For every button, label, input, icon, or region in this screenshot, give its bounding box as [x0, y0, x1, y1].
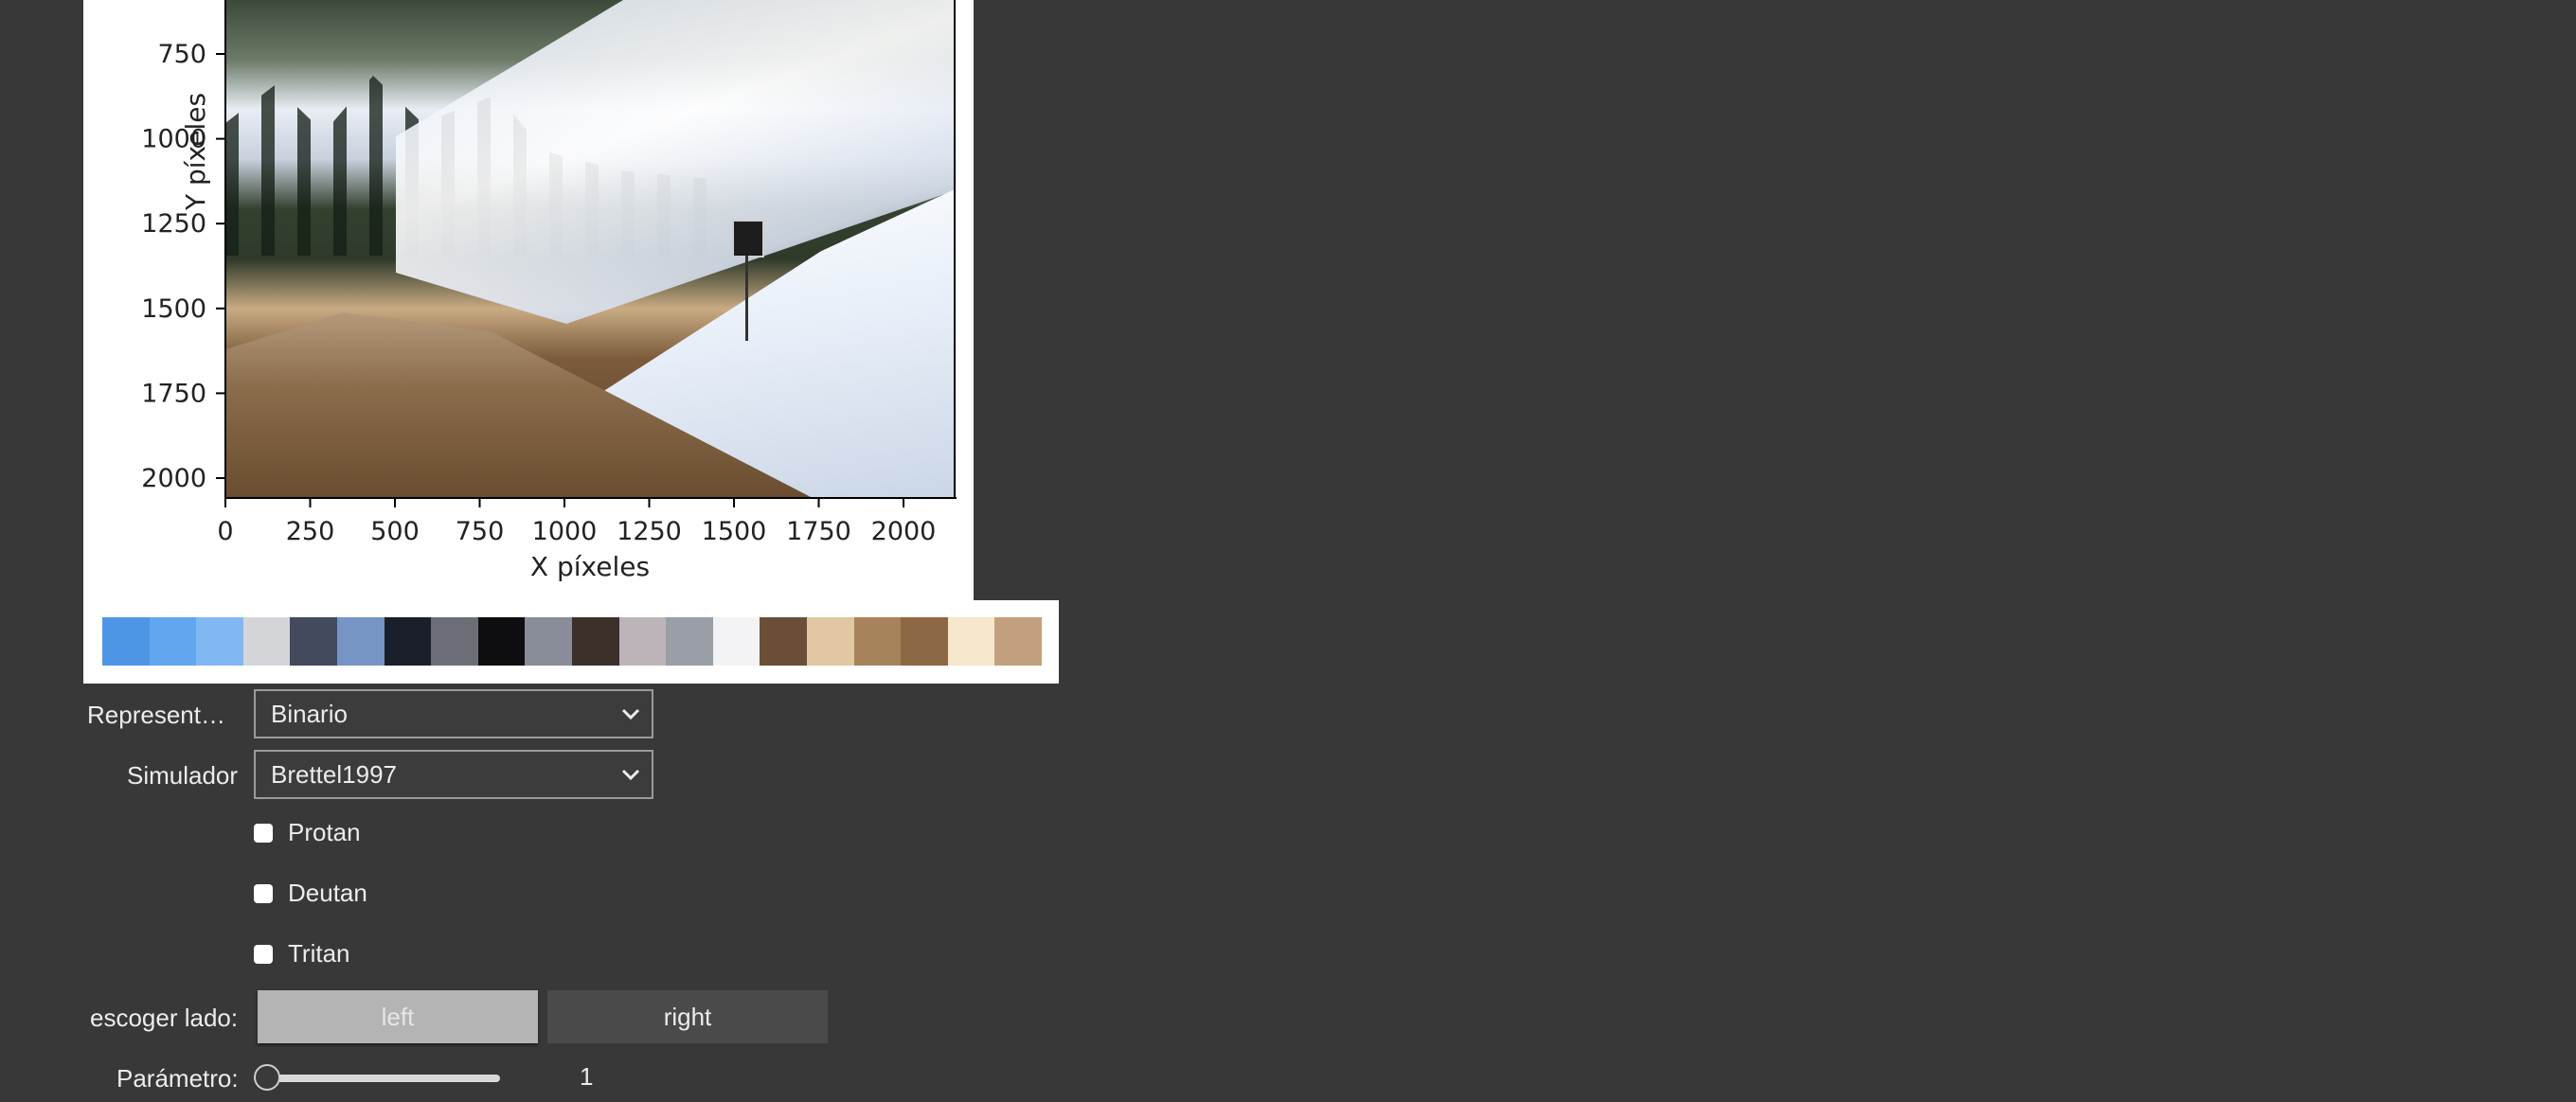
y-tick-label: 1500	[141, 294, 206, 324]
deutan-label: Deutan	[288, 879, 367, 907]
side-label: escoger lado:	[90, 1004, 239, 1032]
palette-swatch	[618, 617, 667, 666]
simulator-dropdown[interactable]: Brettel1997	[254, 750, 653, 799]
palette-swatch	[384, 617, 432, 666]
palette-swatch	[853, 617, 902, 666]
chevron-down-icon	[621, 769, 640, 781]
tritan-checkbox[interactable]: Tritan	[254, 939, 350, 969]
palette-swatch	[477, 617, 526, 666]
palette-swatch	[571, 617, 619, 666]
x-tick-label: 2000	[871, 517, 937, 546]
checkbox-box[interactable]	[254, 823, 273, 843]
palette-swatch	[102, 617, 150, 666]
x-tick-label: 0	[217, 517, 233, 546]
palette-swatch	[149, 617, 197, 666]
palette-swatch	[196, 617, 243, 666]
representation-label: Represent…	[87, 701, 225, 729]
palette-swatch	[290, 617, 337, 666]
protan-label: Protan	[288, 818, 361, 846]
x-tick-label: 750	[456, 517, 505, 546]
y-tick-label: 2000	[141, 464, 206, 493]
chevron-down-icon	[621, 708, 640, 720]
plot-axes: 0 250 500 750 1000 1250 1500 1750 2000 750 1000 12…	[141, 0, 957, 582]
x-tick-label: 500	[370, 517, 420, 546]
palette-swatch	[712, 617, 760, 666]
palette-swatch	[994, 617, 1042, 666]
palette-swatch	[431, 617, 478, 666]
tritan-label: Tritan	[288, 939, 350, 968]
checkbox-box[interactable]	[254, 944, 273, 964]
color-palette	[83, 600, 1059, 684]
palette-swatch	[901, 617, 948, 666]
parameter-slider-handle[interactable]	[254, 1064, 280, 1091]
side-right-button[interactable]: right	[547, 990, 828, 1043]
deutan-checkbox[interactable]: Deutan	[254, 879, 367, 908]
simulator-value: Brettel1997	[271, 760, 397, 789]
y-tick-label: 1250	[141, 209, 206, 239]
x-ticks: 0 250 500 750 1000 1250 1500 1750 2000	[217, 498, 936, 546]
parameter-value: 1	[580, 1062, 594, 1091]
palette-swatch	[760, 617, 807, 666]
protan-checkbox[interactable]: Protan	[254, 818, 361, 847]
representation-value: Binario	[271, 700, 348, 728]
y-tick-label: 750	[157, 40, 206, 69]
y-tick-label: 1750	[141, 379, 206, 408]
palette-swatch	[806, 617, 854, 666]
palette-swatch	[525, 617, 572, 666]
palette-swatch	[947, 617, 995, 666]
representation-dropdown[interactable]: Binario	[254, 689, 653, 738]
x-tick-label: 1000	[532, 517, 598, 546]
palette-swatches	[102, 617, 1042, 666]
palette-swatch	[242, 617, 291, 666]
x-tick-label: 250	[286, 517, 335, 546]
x-tick-label: 1500	[702, 517, 767, 546]
checkbox-box[interactable]	[254, 883, 273, 903]
parameter-slider-track[interactable]	[267, 1075, 500, 1082]
parameter-label: Parámetro:	[116, 1064, 239, 1093]
x-tick-label: 1250	[617, 517, 682, 546]
y-axis-label: Y píxeles	[180, 93, 211, 211]
plot-panel: 0 250 500 750 1000 1250 1500 1750 2000 750 1000 12…	[83, 0, 974, 600]
palette-swatch	[666, 617, 713, 666]
side-left-button[interactable]: left	[258, 990, 538, 1043]
x-tick-label: 1750	[786, 517, 851, 546]
x-axis-label: X píxeles	[530, 551, 650, 582]
simulator-label: Simulador	[127, 761, 239, 790]
palette-swatch	[336, 617, 385, 666]
